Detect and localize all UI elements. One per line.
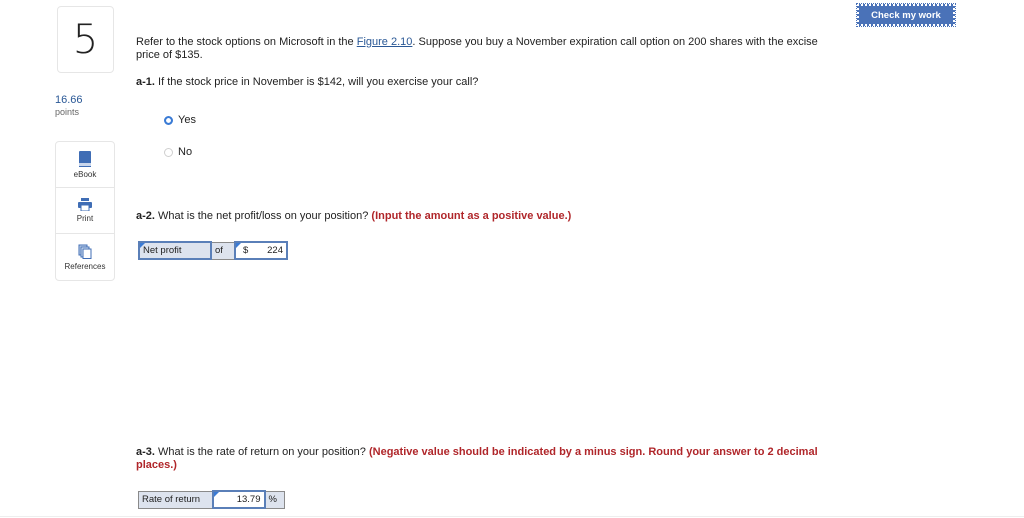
printer-icon [78, 198, 92, 211]
references-button[interactable]: References [56, 234, 114, 280]
ebook-label: eBook [73, 169, 97, 179]
currency-symbol: $ [243, 245, 249, 256]
figure-link[interactable]: Figure 2.10 [357, 36, 413, 48]
question-prompt: Refer to the stock options on Microsoft … [136, 36, 826, 62]
table-row: Rate of return 13.79 % [138, 490, 285, 509]
print-label: Print [76, 214, 94, 223]
points-value: 16.66 [55, 94, 83, 106]
print-button[interactable]: Print [56, 188, 114, 234]
part-a1-text: If the stock price in November is $142, … [154, 76, 479, 88]
part-a3-text: What is the rate of return on your posit… [154, 446, 369, 458]
rate-of-return-label: Rate of return [138, 490, 213, 509]
points-info: 16.66 points [55, 94, 83, 118]
points-label: points [55, 107, 80, 117]
question-number: 5 [72, 16, 99, 63]
references-label: References [64, 261, 106, 271]
part-a2-question: a-2. What is the net profit/loss on your… [136, 210, 571, 222]
profit-loss-select[interactable]: Net profit [138, 241, 212, 260]
net-profit-input[interactable]: $ 224 [234, 241, 288, 260]
rate-of-return-input[interactable]: 13.79 [211, 490, 266, 509]
net-profit-value: 224 [267, 245, 283, 256]
tools-panel: eBook Print References [55, 141, 115, 281]
radio-label-no: No [178, 146, 193, 158]
table-row: Net profit of $ 224 [138, 241, 288, 260]
ebook-button[interactable]: eBook [56, 142, 114, 188]
part-a1-question: a-1. If the stock price in November is $… [136, 76, 478, 88]
percent-unit: % [264, 490, 285, 509]
part-a3-question: a-3. What is the rate of return on your … [136, 446, 836, 472]
references-icon [78, 244, 92, 259]
prompt-text-1: Refer to the stock options on Microsoft … [136, 36, 357, 48]
radio-option-no[interactable]: No [164, 146, 192, 158]
of-label: of [210, 241, 236, 260]
radio-option-yes[interactable]: Yes [164, 114, 196, 126]
radio-button-yes[interactable] [164, 115, 173, 125]
part-a3-label: a-3. [136, 446, 155, 458]
book-icon [78, 150, 92, 167]
net-profit-table: Net profit of $ 224 [138, 241, 288, 260]
check-my-work-button[interactable]: Check my work [856, 3, 956, 27]
radio-button-no[interactable] [164, 147, 173, 157]
question-number-box: 5 [57, 6, 114, 73]
part-a2-text: What is the net profit/loss on your posi… [154, 210, 372, 222]
part-a1-label: a-1. [136, 76, 155, 88]
part-a2-hint: (Input the amount as a positive value.) [371, 210, 572, 222]
radio-label-yes: Yes [178, 114, 196, 126]
part-a2-label: a-2. [136, 210, 155, 222]
bottom-divider [0, 516, 1024, 517]
rate-of-return-table: Rate of return 13.79 % [138, 490, 285, 509]
